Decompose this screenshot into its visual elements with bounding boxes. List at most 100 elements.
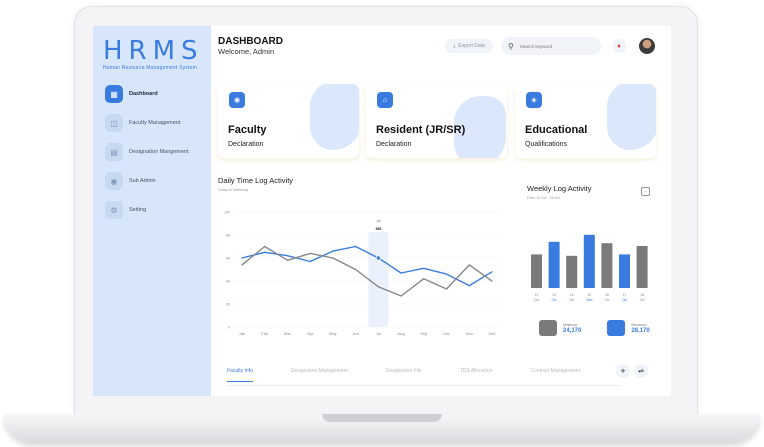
home-icon: ⌂ [377,92,393,108]
logo-subtitle: Human Resource Management System [103,65,197,71]
tab-tds-allocation[interactable]: TDS Allocation [460,368,493,382]
daily-log-chart: Daily Time Log Activity Today vs Yesterd… [218,176,508,346]
legend-swatch [607,320,626,336]
card-decoration [310,84,359,150]
bar-chart-svg: 12Oct13Oct14Oct15Mon16Oct17Oct18Oct [531,234,648,302]
data-point [355,245,357,248]
search-bar: ⚲ [501,37,601,55]
y-tick-label: 80 [226,234,230,238]
y-tick-label: 40 [226,280,230,284]
add-button[interactable]: + [616,364,630,378]
x-tick-label: May [329,331,337,336]
sidebar-item-label: Designation Mangement [129,149,189,155]
bar-sublabel: Oct [622,298,627,302]
bar-label: 15 [587,293,591,297]
tab-faculty-info[interactable]: Faculty Info [227,368,253,382]
graduation-cap-icon: ◈ [526,92,542,108]
legend-item-minimum: Minimum 24,170 [539,320,581,336]
bar [531,254,542,288]
data-point [241,257,243,259]
export-data-button[interactable]: ⤓ Export Data [445,39,493,53]
card-subtitle: Qualifications [525,141,568,148]
sidebar-item-label: Sub Admin [129,178,156,184]
tab-designation-file[interactable]: Designation File [386,368,422,382]
notification-bell-icon[interactable]: ♦ [612,39,626,53]
x-tick-label: Jul [376,331,381,336]
x-tick-label: Mar [284,331,292,336]
x-tick-label: Oct [443,331,450,336]
search-icon[interactable]: ⚲ [508,42,514,51]
app-screen: HRMS Human Resource Management System ▦ … [93,26,671,396]
search-input[interactable] [519,43,590,49]
bar [548,241,560,288]
users-icon: ◉ [229,92,245,108]
tab-bar: Faculty Info Designation Management Desi… [227,368,621,382]
bar-sublabel: Oct [569,298,574,302]
x-tick-label: Nov [466,331,473,336]
x-tick-label: Dec [488,331,495,336]
chart-title: Daily Time Log Activity [218,176,294,185]
page-title: DASHBOARD [218,36,283,47]
bar-sublabel: Oct [640,298,645,302]
card-title: Resident (JR/SR) [376,124,466,136]
x-tick-label: Feb [261,331,269,336]
weekly-log-chart: Weekly Log Activity From 12 Oct - 18 Oct… [527,184,663,354]
sidebar-item-dashboard[interactable]: ▦ Dashboard [105,84,211,104]
sidebar-item-designation-management[interactable]: ▤ Designation Mangement [105,142,211,162]
bar [636,246,648,288]
educational-qualifications-card[interactable]: ◈ Educational Qualifications [515,84,656,158]
chart-options-icon[interactable]: ⋯ [641,187,650,196]
sidebar: HRMS Human Resource Management System ▦ … [93,26,211,396]
card-title: Educational [525,124,588,136]
sidebar-item-sub-admin[interactable]: ◉ Sub Admin [105,171,211,191]
sidebar-item-label: Faculty Management [129,120,181,126]
tab-contract-management[interactable]: Contract Management [531,368,580,382]
data-point [445,273,448,275]
data-point [264,245,266,248]
bar [583,234,595,288]
data-point [491,280,493,282]
y-tick-label: 20 [226,303,230,307]
resident-declaration-card[interactable]: ⌂ Resident (JR/SR) Declaration [366,84,507,158]
data-point [309,252,311,254]
bar-label: 16 [605,293,609,297]
app-logo[interactable]: HRMS Human Resource Management System [103,38,203,72]
legend-name: Maximum [631,322,647,327]
bar-sublabel: Oct [552,298,557,302]
data-point [309,260,311,263]
sidebar-item-setting[interactable]: ⚙ Setting [105,200,211,220]
data-point [445,288,448,290]
bar [566,255,578,288]
data-point [491,271,493,273]
sidebar-nav: ▦ Dashboard ◫ Faculty Management ▤ Desig… [105,84,211,229]
data-point [286,259,289,261]
bar-sublabel: Oct [604,298,609,302]
data-point [423,267,425,269]
sidebar-item-label: Dashboard [129,91,158,97]
y-tick-label: 60 [226,257,230,261]
data-point [468,285,470,287]
bar [601,243,613,288]
bar-sublabel: Mon [586,298,592,302]
gear-icon: ⚙ [105,201,123,219]
bar-label: 17 [623,293,627,297]
legend-item-maximum: Maximum 28,170 [607,320,650,336]
faculty-declaration-card[interactable]: ◉ Faculty Declaration [218,84,359,158]
data-point [332,257,334,259]
bar-label: 13 [552,293,556,297]
x-tick-label: Aug [398,331,405,336]
data-point [332,250,334,252]
tab-designation-management[interactable]: Designation Management [291,368,348,382]
legend-name: Minimum [563,322,578,327]
x-tick-label: Sep [420,331,428,336]
filter-icon[interactable]: ⇌ [634,364,648,378]
avatar[interactable] [639,38,655,54]
highlight-point [375,255,381,261]
y-tick-label: 0 [228,326,230,330]
bar-sublabel: Oct [534,298,539,302]
tab-divider [227,385,621,386]
data-point [241,264,243,266]
logo-text: HRMS [103,36,204,66]
legend: Minimum 24,170 Maximum 28,170 [539,320,650,336]
sidebar-item-faculty-management[interactable]: ◫ Faculty Management [105,113,211,133]
